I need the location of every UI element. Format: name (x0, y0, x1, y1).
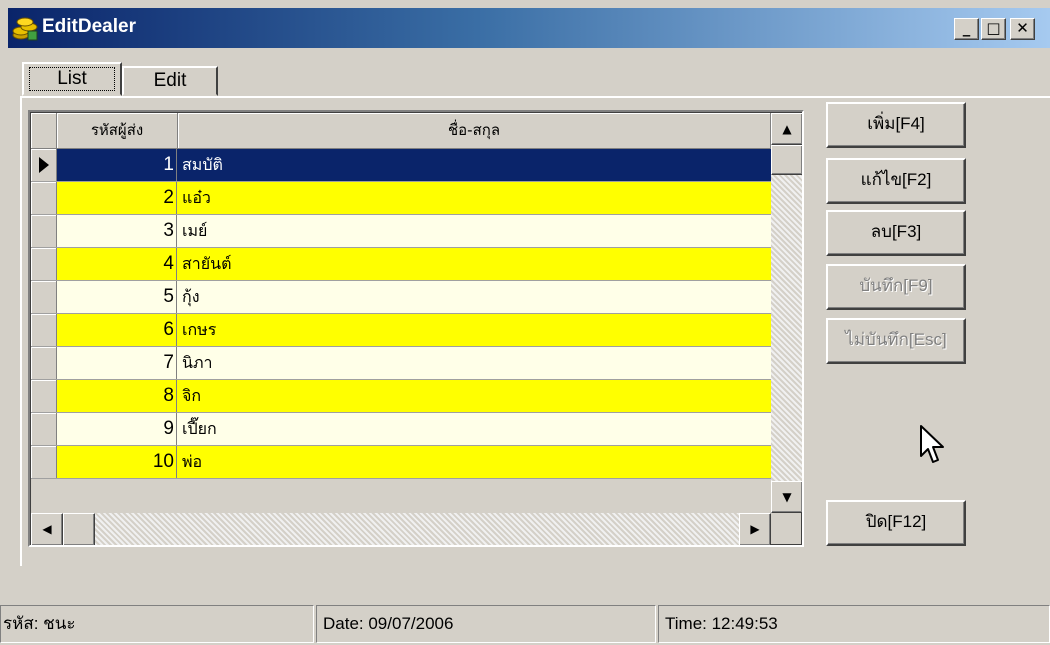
cancel-button[interactable]: ไม่บันทึก[Esc] (826, 318, 966, 364)
close-window-button[interactable]: ✕ (1010, 18, 1035, 40)
row-name: สายันต์ (182, 254, 232, 273)
row-name: เปี๊ยก (182, 419, 217, 438)
row-indicator (31, 380, 57, 412)
row-code: 2 (57, 182, 177, 214)
table-row[interactable]: 4 สายันต์ (31, 248, 771, 281)
vertical-scrollbar[interactable]: ▲ ▼ (771, 113, 802, 513)
table-row[interactable]: 8 จิก (31, 380, 771, 413)
status-user: รหัส: ชนะ (0, 605, 314, 643)
close-icon: ✕ (1016, 19, 1029, 37)
row-indicator (31, 413, 57, 445)
tab-list[interactable]: List (22, 62, 122, 96)
row-indicator (31, 347, 57, 379)
row-code: 9 (57, 413, 177, 445)
table-row[interactable]: 9 เปี๊ยก (31, 413, 771, 446)
maximize-icon: □ (986, 19, 1001, 37)
row-code: 3 (57, 215, 177, 247)
scroll-down-button[interactable]: ▼ (771, 481, 802, 513)
scroll-left-button[interactable]: ◀ (31, 513, 63, 545)
row-name: จิก (182, 386, 202, 405)
horizontal-scroll-thumb[interactable] (63, 513, 95, 545)
row-name: พ่อ (182, 452, 203, 471)
grid-empty-area (31, 479, 771, 513)
tab-edit-label: Edit (153, 70, 187, 91)
row-code: 6 (57, 314, 177, 346)
title-bar[interactable]: EditDealer _ □ ✕ (8, 8, 1050, 48)
row-code: 7 (57, 347, 177, 379)
tab-edit[interactable]: Edit (122, 66, 218, 96)
table-row[interactable]: 6 เกษร (31, 314, 771, 347)
row-name: นิภา (182, 353, 213, 372)
row-indicator (31, 314, 57, 346)
row-indicator (31, 182, 57, 214)
row-code: 10 (57, 446, 177, 478)
table-row[interactable]: 10 พ่อ (31, 446, 771, 479)
row-indicator (31, 281, 57, 313)
row-code: 4 (57, 248, 177, 280)
row-code: 8 (57, 380, 177, 412)
column-header-code[interactable]: รหัสผู้ส่ง (57, 113, 178, 149)
row-name: เมย์ (182, 221, 208, 240)
row-indicator (31, 215, 57, 247)
tab-list-label: List (29, 67, 115, 91)
table-row[interactable]: 7 นิภา (31, 347, 771, 380)
status-time: Time: 12:49:53 (658, 605, 1050, 643)
column-header-name[interactable]: ชื่อ-สกุล (178, 113, 771, 149)
row-indicator (31, 446, 57, 478)
save-button[interactable]: บันทึก[F9] (826, 264, 966, 310)
row-indicator (31, 248, 57, 280)
close-button[interactable]: ปิด[F12] (826, 500, 966, 546)
arrow-down-icon: ▼ (782, 490, 792, 504)
row-name: เกษร (182, 320, 217, 339)
vertical-scroll-thumb[interactable] (771, 145, 802, 175)
table-row[interactable]: 2 แอ๋ว (31, 182, 771, 215)
scroll-right-button[interactable]: ▶ (739, 513, 771, 545)
table-row[interactable]: 3 เมย์ (31, 215, 771, 248)
mouse-pointer-icon (920, 425, 944, 463)
maximize-button[interactable]: □ (981, 18, 1006, 40)
row-selected-arrow-icon (31, 149, 57, 181)
arrow-up-icon: ▲ (782, 122, 792, 136)
status-date: Date: 09/07/2006 (316, 605, 656, 643)
dealer-grid[interactable]: รหัสผู้ส่ง ชื่อ-สกุล 1 สมบัติ 2 แอ๋ว 3 เ… (28, 110, 804, 547)
delete-button[interactable]: ลบ[F3] (826, 210, 966, 256)
arrow-right-icon: ▶ (750, 522, 760, 536)
grid-corner (31, 113, 57, 149)
table-row[interactable]: 1 สมบัติ (31, 149, 771, 182)
row-name: กุ้ง (182, 287, 200, 306)
edit-button[interactable]: แก้ไข[F2] (826, 158, 966, 204)
row-code: 5 (57, 281, 177, 313)
minimize-icon: _ (962, 19, 971, 37)
coins-icon (12, 17, 38, 41)
horizontal-scrollbar[interactable]: ◀ ▶ (31, 513, 771, 545)
scroll-up-button[interactable]: ▲ (771, 113, 802, 145)
row-name: สมบัติ (182, 155, 223, 174)
window-title: EditDealer (42, 16, 136, 37)
minimize-button[interactable]: _ (954, 18, 979, 40)
arrow-left-icon: ◀ (42, 522, 52, 536)
row-name: แอ๋ว (182, 188, 211, 207)
row-code: 1 (57, 149, 177, 181)
edit-dealer-window: EditDealer _ □ ✕ List Edit รหัสผู้ส่ง ชื… (0, 0, 1050, 645)
add-button[interactable]: เพิ่ม[F4] (826, 102, 966, 148)
table-row[interactable]: 5 กุ้ง (31, 281, 771, 314)
